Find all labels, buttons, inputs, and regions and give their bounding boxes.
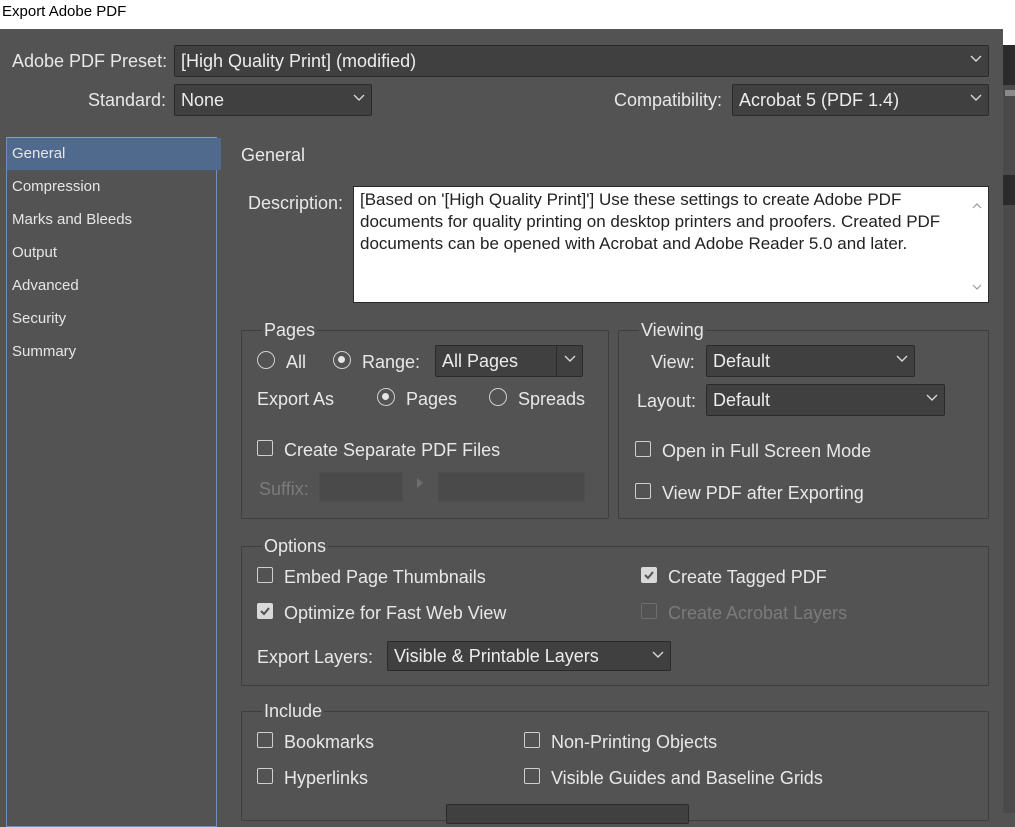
fast-web-checkbox[interactable] (257, 603, 273, 619)
chevron-down-icon (970, 55, 982, 65)
sidebar-item-general[interactable]: General (7, 138, 221, 170)
export-spreads-radio[interactable] (489, 388, 507, 406)
export-as-label: Export As (257, 389, 335, 409)
window-title: Export Adobe PDF (0, 0, 1003, 29)
view-value: Default (713, 351, 771, 371)
chevron-down-icon (652, 651, 664, 661)
fast-web-label: Optimize for Fast Web View (284, 603, 507, 623)
chevron-down-icon (896, 355, 908, 365)
sidebar-item-output[interactable]: Output (7, 237, 221, 269)
guides-grids-label: Visible Guides and Baseline Grids (551, 768, 823, 788)
export-layers-dropdown[interactable]: Visible & Printable Layers (387, 641, 671, 671)
section-heading: General (241, 145, 306, 165)
export-pages-label: Pages (406, 389, 458, 409)
sidebar-item-advanced[interactable]: Advanced (7, 270, 221, 302)
sidebar-item-security[interactable]: Security (7, 303, 221, 335)
page-range-value: All Pages (442, 351, 519, 371)
layout-value: Default (713, 390, 771, 410)
sidebar-item-summary[interactable]: Summary (7, 336, 221, 368)
embed-thumbnails-checkbox[interactable] (257, 567, 273, 583)
standard-value: None (181, 90, 225, 110)
page-range-combo[interactable]: All Pages (435, 345, 583, 377)
compatibility-value: Acrobat 5 (PDF 1.4) (739, 90, 900, 110)
checkmark-icon (644, 571, 654, 580)
scroll-up-icon[interactable] (972, 193, 982, 215)
chevron-down-icon[interactable] (564, 355, 576, 365)
sidebar-item-compression[interactable]: Compression (7, 171, 221, 203)
description-textarea[interactable]: [Based on '[High Quality Print]'] Use th… (353, 186, 989, 303)
view-label: View: (651, 352, 695, 372)
checkmark-icon (260, 607, 270, 616)
suffix-label: Suffix: (259, 479, 309, 499)
standard-dropdown[interactable]: None (174, 84, 372, 116)
preset-label: Adobe PDF Preset: (12, 51, 168, 71)
separate-pdf-checkbox[interactable] (257, 440, 273, 456)
all-pages-label: All (286, 352, 307, 372)
suffix-token-field[interactable] (438, 472, 585, 502)
acrobat-layers-checkbox (641, 603, 657, 619)
view-after-export-checkbox[interactable] (635, 483, 651, 499)
interactive-elements-dropdown[interactable] (446, 804, 689, 824)
export-spreads-label: Spreads (518, 389, 586, 409)
full-screen-label: Open in Full Screen Mode (662, 441, 872, 461)
view-after-export-label: View PDF after Exporting (662, 483, 864, 503)
description-text: [Based on '[High Quality Print]'] Use th… (360, 190, 941, 253)
play-arrow-icon (416, 476, 424, 494)
acrobat-layers-label: Create Acrobat Layers (668, 603, 848, 623)
background-window-strip (1003, 0, 1015, 813)
export-pages-radio[interactable] (377, 388, 395, 406)
embed-thumbnails-label: Embed Page Thumbnails (284, 567, 486, 587)
scroll-down-icon[interactable] (972, 274, 982, 296)
export-layers-value: Visible & Printable Layers (394, 646, 599, 666)
range-radio[interactable] (333, 351, 351, 369)
chevron-down-icon (926, 394, 938, 404)
chevron-down-icon (353, 94, 365, 104)
layout-dropdown[interactable]: Default (706, 384, 945, 416)
hyperlinks-label: Hyperlinks (284, 768, 369, 788)
hyperlinks-checkbox[interactable] (257, 768, 273, 784)
view-dropdown[interactable]: Default (706, 345, 915, 377)
sidebar-item-marks-and-bleeds[interactable]: Marks and Bleeds (7, 204, 221, 236)
full-screen-checkbox[interactable] (635, 441, 651, 457)
category-sidebar: General Compression Marks and Bleeds Out… (6, 137, 221, 827)
suffix-input[interactable] (319, 472, 403, 502)
pages-group-title: Pages (262, 320, 318, 341)
range-label: Range: (362, 352, 421, 372)
compatibility-label: Compatibility: (614, 90, 723, 110)
guides-grids-checkbox[interactable] (524, 768, 540, 784)
description-label: Description: (248, 193, 344, 213)
bookmarks-checkbox[interactable] (257, 732, 273, 748)
non-printing-label: Non-Printing Objects (551, 732, 718, 752)
viewing-group-title: Viewing (639, 320, 706, 341)
bookmarks-label: Bookmarks (284, 732, 375, 752)
standard-label: Standard: (88, 90, 167, 110)
chevron-down-icon (970, 94, 982, 104)
tagged-pdf-checkbox[interactable] (641, 567, 657, 583)
separate-pdf-label: Create Separate PDF Files (284, 440, 501, 460)
tagged-pdf-label: Create Tagged PDF (668, 567, 827, 587)
compatibility-dropdown[interactable]: Acrobat 5 (PDF 1.4) (732, 84, 989, 116)
non-printing-checkbox[interactable] (524, 732, 540, 748)
layout-label: Layout: (637, 391, 697, 411)
export-layers-label: Export Layers: (257, 647, 374, 667)
preset-dropdown[interactable]: [High Quality Print] (modified) (174, 45, 989, 77)
include-group-title: Include (262, 701, 325, 722)
options-group-title: Options (262, 536, 329, 557)
preset-value: [High Quality Print] (modified) (181, 51, 417, 71)
all-pages-radio[interactable] (257, 351, 275, 369)
